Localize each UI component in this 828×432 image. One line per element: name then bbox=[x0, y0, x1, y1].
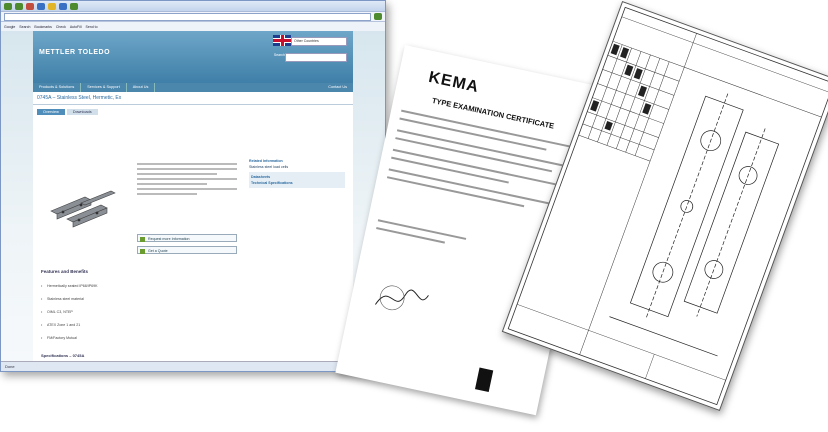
nav-item-about[interactable]: About Us bbox=[127, 83, 156, 92]
links-item[interactable]: Search bbox=[19, 25, 30, 29]
technical-drawing bbox=[501, 0, 828, 412]
go-button[interactable] bbox=[374, 13, 382, 20]
search-input[interactable] bbox=[285, 53, 347, 62]
feature-item: OIML C3, NTEP bbox=[41, 310, 73, 314]
features-heading: Features and Benefits bbox=[41, 269, 89, 274]
black-tab bbox=[474, 367, 494, 392]
uk-flag-icon[interactable] bbox=[273, 35, 291, 46]
feature-item: ATEX Zone 1 and 21 bbox=[41, 323, 80, 327]
status-bar: Done Internet bbox=[1, 361, 385, 371]
links-item[interactable]: AutoFill bbox=[70, 25, 82, 29]
brand-logo[interactable]: METTLER TOLEDO bbox=[39, 49, 110, 56]
forward-button[interactable] bbox=[15, 2, 23, 10]
links-item[interactable]: Send to bbox=[86, 25, 98, 29]
browser-window: Google Search Bookmarks Check AutoFill S… bbox=[0, 0, 386, 372]
tech-spec-heading[interactable]: Technical Specifications bbox=[251, 180, 343, 186]
search-label: Search bbox=[273, 53, 285, 57]
get-quote-button[interactable]: Get a Quote bbox=[137, 246, 237, 254]
page-title: 0745A – Stainless Steel, Hermetic, Ex bbox=[33, 92, 353, 105]
page-content: METTLER TOLEDO Other Countries Search Pr… bbox=[33, 31, 353, 361]
favorites-button[interactable] bbox=[59, 2, 67, 10]
tab-downloads[interactable]: Downloads bbox=[66, 109, 98, 115]
arrow-icon bbox=[140, 236, 145, 242]
back-button[interactable] bbox=[4, 2, 12, 10]
request-info-button[interactable]: Request more Information bbox=[137, 234, 237, 242]
refresh-button[interactable] bbox=[37, 2, 45, 10]
drawing-canvas bbox=[507, 6, 828, 406]
kema-logo: KEMA bbox=[427, 68, 481, 97]
address-bar bbox=[1, 12, 385, 22]
browser-toolbar bbox=[1, 1, 385, 12]
stop-button[interactable] bbox=[26, 2, 34, 10]
country-select[interactable]: Other Countries bbox=[291, 37, 347, 46]
downloads-box: Datasheets Technical Specifications bbox=[249, 172, 345, 188]
web-page: METTLER TOLEDO Other Countries Search Pr… bbox=[1, 31, 385, 361]
related-link[interactable]: Stainless steel load cells bbox=[249, 164, 345, 170]
right-panel: Related Information Stainless steel load… bbox=[249, 158, 345, 188]
links-item[interactable]: Check bbox=[56, 25, 66, 29]
nav-item-contact[interactable]: Contact Us bbox=[322, 83, 353, 92]
spec-heading: Specifications – 0745A bbox=[41, 353, 85, 358]
tab-overview[interactable]: Overview bbox=[37, 109, 65, 115]
signature-mark bbox=[374, 285, 429, 311]
site-header: METTLER TOLEDO Other Countries Search bbox=[33, 31, 353, 83]
feature-item: FM/Factory Mutual bbox=[41, 336, 77, 340]
nav-item-products[interactable]: Products & Solutions bbox=[33, 83, 82, 92]
links-item[interactable]: Google bbox=[4, 25, 15, 29]
feature-item: Stainless steel material bbox=[41, 297, 84, 301]
status-text: Done bbox=[5, 364, 15, 369]
history-button[interactable] bbox=[70, 2, 78, 10]
certificate-title: TYPE EXAMINATION CERTIFICATE bbox=[431, 95, 556, 131]
product-description bbox=[137, 161, 237, 198]
address-field[interactable] bbox=[4, 12, 371, 21]
product-image bbox=[50, 190, 116, 228]
links-item[interactable]: Bookmarks bbox=[34, 25, 52, 29]
arrow-icon bbox=[140, 248, 145, 254]
home-button[interactable] bbox=[48, 2, 56, 10]
nav-item-services[interactable]: Services & Support bbox=[81, 83, 127, 92]
text-line bbox=[376, 227, 445, 244]
tab-bar: Overview Downloads bbox=[37, 109, 349, 115]
feature-item: Hermetically sealed IP68/IP69K bbox=[41, 284, 97, 288]
main-nav: Products & Solutions Services & Support … bbox=[33, 83, 353, 92]
